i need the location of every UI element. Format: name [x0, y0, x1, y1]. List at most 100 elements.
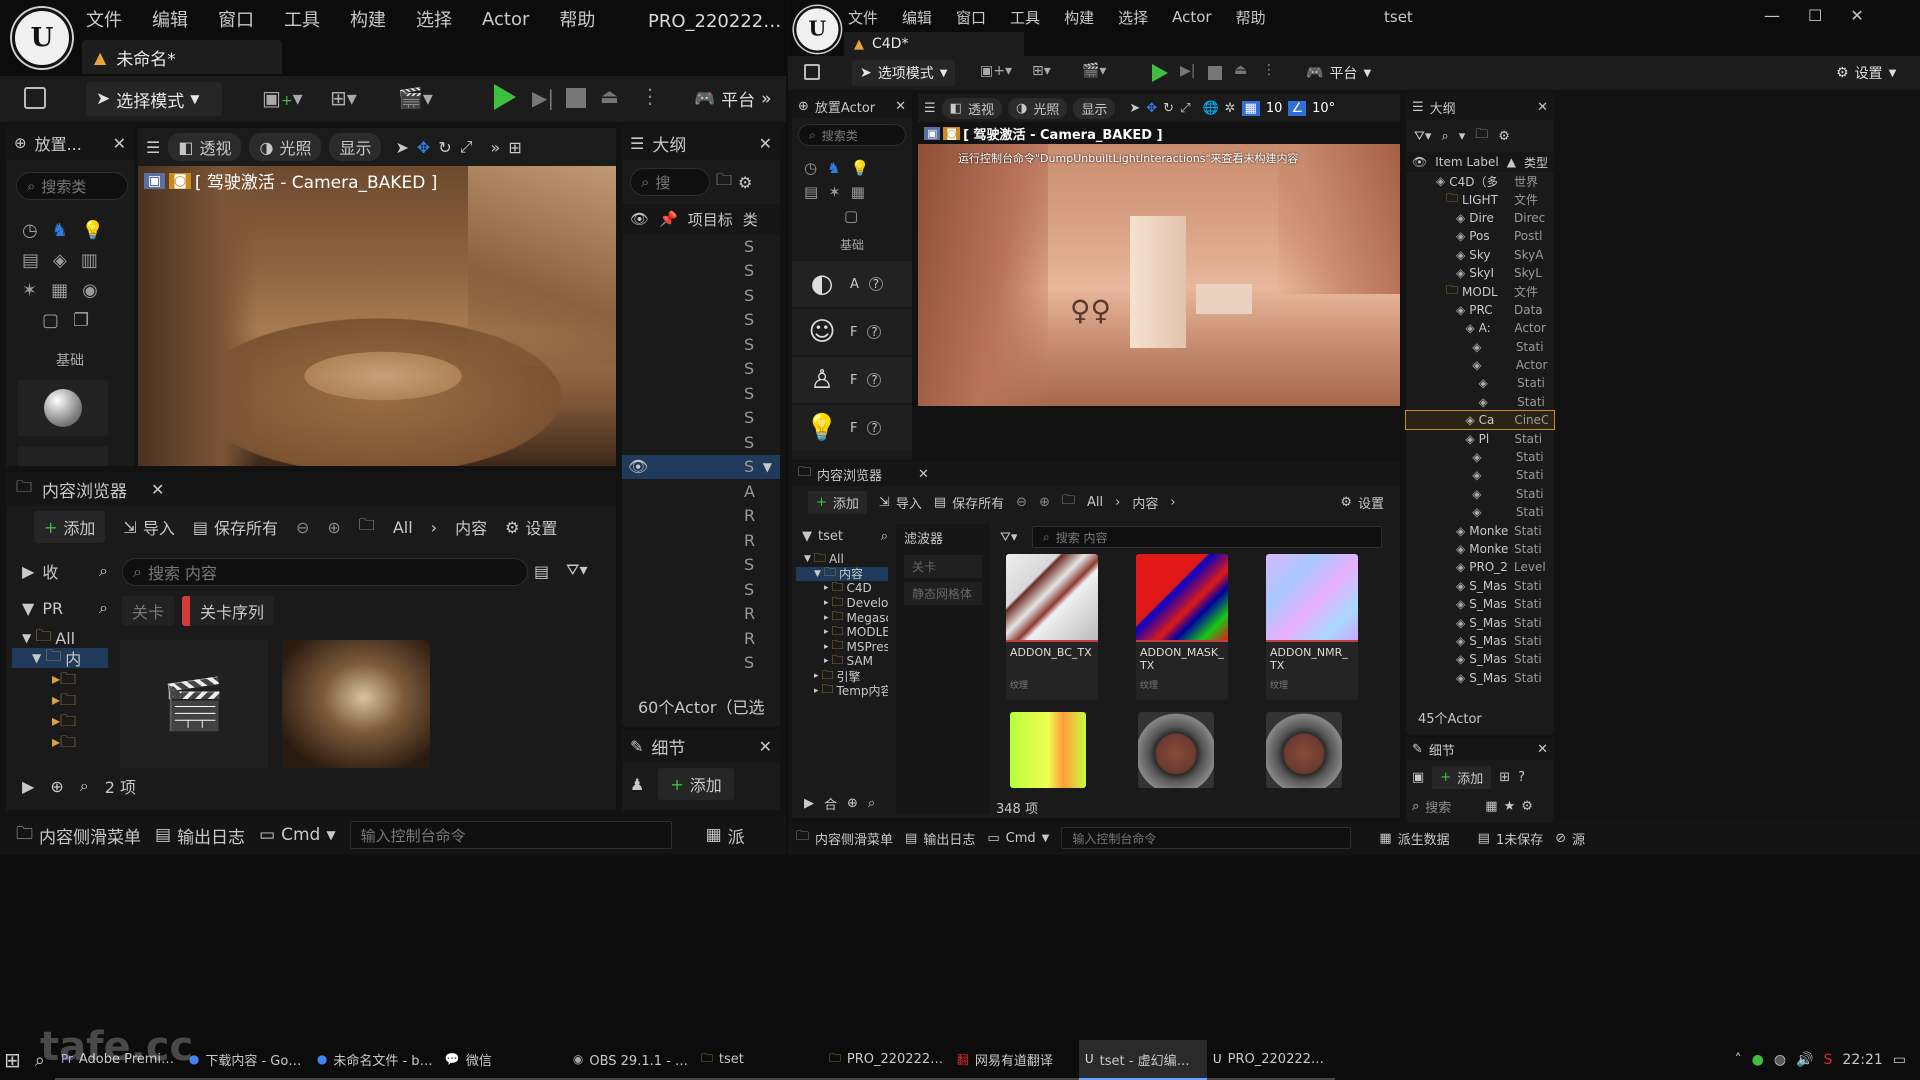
- perspective-button[interactable]: ◧ 透视: [168, 133, 242, 161]
- folder-tree-item[interactable]: ▸🗀Develop: [796, 596, 888, 611]
- place-search-input[interactable]: ⌕ 搜索类: [16, 172, 128, 200]
- unreal-logo[interactable]: U: [12, 8, 72, 68]
- outliner-row[interactable]: ◈ A: Actor: [1406, 319, 1554, 337]
- select-tool-icon[interactable]: ➤: [395, 138, 408, 157]
- close-icon[interactable]: ✕: [1850, 6, 1863, 25]
- cmd-dropdown[interactable]: ▭ Cmd ▼: [259, 825, 336, 845]
- outliner-row[interactable]: 🗀 MODL 文件: [1406, 282, 1554, 300]
- save-icon[interactable]: [24, 87, 46, 109]
- cb-search-input[interactable]: ⌕ 搜索 内容: [122, 558, 528, 586]
- outliner-row[interactable]: ◈ Pos Postl: [1406, 227, 1554, 245]
- filter-chip-level[interactable]: 关卡: [122, 596, 175, 626]
- expand-icon[interactable]: ▸: [824, 583, 829, 593]
- cb-import-button[interactable]: ⇲ 导入: [879, 493, 922, 512]
- level-tab[interactable]: ▲ 未命名*: [82, 40, 282, 74]
- lit-button[interactable]: ◑ 光照: [1007, 97, 1068, 119]
- tree-content[interactable]: 内: [65, 646, 81, 670]
- place-actor-item[interactable]: ☺ F?: [792, 309, 912, 355]
- fx-icon[interactable]: ✶: [22, 280, 37, 301]
- outliner-row[interactable]: ◈ Dire Direc: [1406, 209, 1554, 227]
- more-icon[interactable]: ⋮: [1262, 62, 1276, 78]
- antivirus-icon[interactable]: S: [1824, 1052, 1833, 1068]
- taskbar-item[interactable]: ◉ OBS 29.1.1 - 配...: [566, 1040, 695, 1080]
- settings-button[interactable]: ⚙ 设置 ▼: [1836, 63, 1896, 83]
- place-actor-item[interactable]: ◐ A?: [792, 261, 912, 307]
- place-actor-item[interactable]: 💡 F?: [792, 405, 912, 451]
- taskbar-item[interactable]: U PRO_220222_re...: [1206, 1040, 1335, 1080]
- place-actor-item[interactable]: ♙ F?: [792, 357, 912, 403]
- menu-edit[interactable]: 编辑: [152, 6, 188, 32]
- taskbar-item[interactable]: 🗀 tset: [694, 1040, 823, 1080]
- help-icon[interactable]: ?: [1518, 770, 1525, 785]
- collapse-icon[interactable]: ▼: [763, 460, 772, 474]
- basic-icon[interactable]: ♞: [827, 159, 840, 177]
- path-all[interactable]: All: [1087, 495, 1103, 510]
- menu-actor[interactable]: Actor: [1172, 8, 1211, 26]
- expand-icon[interactable]: ▸: [824, 598, 829, 608]
- derived-data-button[interactable]: ▦ 派: [706, 823, 745, 848]
- unsaved-button[interactable]: ▤ 1未保存: [1478, 829, 1544, 848]
- menu-help[interactable]: 帮助: [1236, 7, 1266, 28]
- outliner-row[interactable]: 🗀 LIGHT 文件: [1406, 190, 1554, 208]
- select-tool-icon[interactable]: ➤: [1129, 101, 1140, 116]
- search-icon[interactable]: ⌕: [99, 561, 108, 581]
- layout-icon[interactable]: ⊞: [508, 138, 521, 157]
- menu-build[interactable]: 构建: [1064, 7, 1094, 28]
- console-input[interactable]: 输入控制台命令: [1061, 827, 1352, 849]
- menu-icon[interactable]: ☰: [924, 101, 936, 116]
- outliner-row[interactable]: ◈ Stati: [1406, 503, 1554, 521]
- scale-icon[interactable]: ⤢: [460, 137, 473, 157]
- search-icon[interactable]: ⌕: [80, 776, 89, 796]
- close-icon[interactable]: ✕: [1537, 742, 1548, 757]
- add-collection-icon[interactable]: ⊕: [50, 777, 63, 796]
- outliner-row[interactable]: ◈ Actor: [1406, 356, 1554, 374]
- asset-thumbnail[interactable]: [1138, 712, 1214, 788]
- menu-edit[interactable]: 编辑: [902, 7, 932, 28]
- outliner-row[interactable]: S: [622, 357, 780, 381]
- save-search-icon[interactable]: ▤: [534, 562, 549, 581]
- filter-chip-sequence[interactable]: 关卡序列: [182, 596, 275, 626]
- expand-icon[interactable]: »: [491, 138, 501, 157]
- derived-data-button[interactable]: ▦ 派生数据: [1379, 829, 1449, 848]
- taskbar-item[interactable]: ● 未命名文件 - boa...: [310, 1040, 439, 1080]
- collapse-icon[interactable]: ▼: [22, 599, 34, 618]
- forward-icon[interactable]: ⊕: [327, 518, 340, 537]
- outliner-row[interactable]: ◈ Pl Stati: [1406, 429, 1554, 447]
- expand-icon[interactable]: ▸: [824, 627, 829, 637]
- sphere-actor-icon[interactable]: [18, 446, 108, 466]
- basic-icon[interactable]: ♞: [52, 220, 68, 241]
- folder-tree-item[interactable]: ▸ 🗀 Megasc: [796, 610, 888, 625]
- help-icon[interactable]: ?: [868, 277, 883, 291]
- close-icon[interactable]: ✕: [918, 467, 929, 482]
- outliner-row[interactable]: S: [622, 651, 780, 675]
- asset-thumbnail[interactable]: [1010, 712, 1086, 788]
- add-collection-icon[interactable]: ⊕: [847, 796, 858, 811]
- level-tab[interactable]: ▲ C4D*: [844, 32, 1024, 56]
- outliner-row[interactable]: R: [622, 602, 780, 626]
- asset-tile[interactable]: ADDON_MASK_TX 纹理: [1136, 554, 1228, 700]
- cmd-dropdown[interactable]: ▭ Cmd ▼: [987, 831, 1049, 846]
- outliner-row[interactable]: S: [622, 283, 780, 307]
- outliner-col-label[interactable]: Item Label: [1435, 155, 1499, 169]
- eject-icon[interactable]: ⏏: [600, 84, 619, 108]
- menu-tools[interactable]: 工具: [1010, 7, 1040, 28]
- cinematics-icon[interactable]: 🎬▾: [398, 86, 433, 110]
- outliner-row[interactable]: ◈ C4D（多 世界: [1406, 172, 1554, 190]
- cb-add-button[interactable]: + 添加: [808, 490, 867, 514]
- place-search-input[interactable]: ⌕ 搜索类: [798, 124, 906, 146]
- help-icon[interactable]: ?: [867, 373, 882, 387]
- wechat-tray-icon[interactable]: ●: [1752, 1052, 1764, 1068]
- search-icon[interactable]: ⌕: [868, 796, 875, 811]
- outliner-row[interactable]: ◈ Monke Stati: [1406, 540, 1554, 558]
- menu-window[interactable]: 窗口: [956, 7, 986, 28]
- blueprint-icon[interactable]: ⊞▾: [330, 86, 357, 110]
- outliner-row[interactable]: ◈ S_Mas Stati: [1406, 669, 1554, 687]
- expand-icon[interactable]: ▶: [22, 562, 34, 581]
- asset-thumbnail-sequence[interactable]: 🎬: [120, 640, 268, 768]
- outliner-row[interactable]: ◈ Stati: [1406, 393, 1554, 411]
- folder-icon[interactable]: ▸🗀: [52, 731, 108, 752]
- step-icon[interactable]: ▶|: [1180, 63, 1195, 79]
- menu-help[interactable]: 帮助: [559, 6, 595, 32]
- angle-snap-button[interactable]: ∠ 10°: [1288, 100, 1335, 116]
- light-icon[interactable]: 💡: [851, 159, 870, 177]
